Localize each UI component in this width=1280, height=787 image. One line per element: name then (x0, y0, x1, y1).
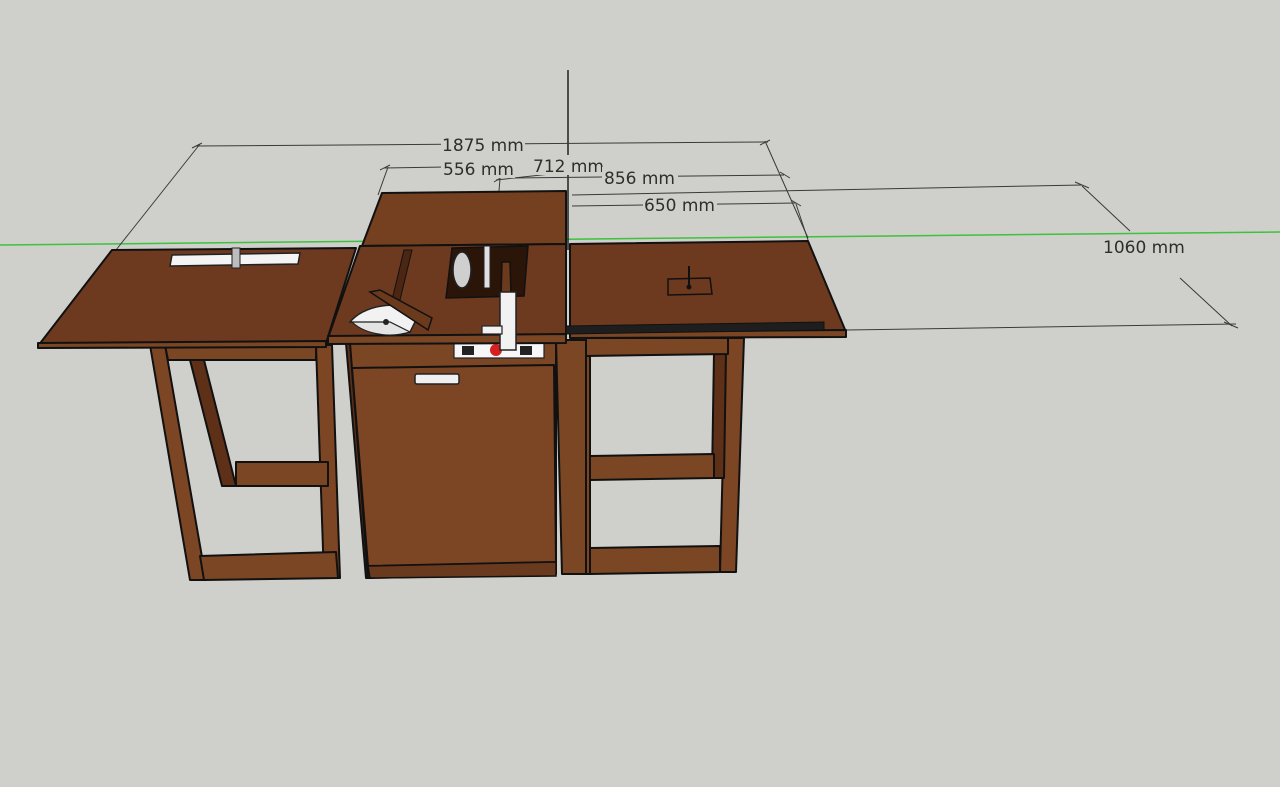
left-wing-table[interactable] (37, 247, 357, 581)
drawer-handle-icon[interactable] (414, 373, 460, 385)
dim-label-712: 712 mm (533, 157, 604, 177)
dim-label-1875: 1875 mm (442, 136, 524, 156)
dim-label-556: 556 mm (443, 160, 514, 180)
dim-label-856: 856 mm (604, 169, 675, 189)
scene-canvas[interactable]: 1875 mm 556 mm 712 mm 856 mm 650 mm 1060… (0, 0, 1280, 787)
saw-blade-icon (445, 245, 529, 299)
model-viewport[interactable]: 1875 mm 556 mm 712 mm 856 mm 650 mm 1060… (0, 0, 1280, 787)
cabinet-door[interactable] (351, 364, 557, 567)
switch-box-icon[interactable] (453, 342, 545, 359)
dim-label-1060: 1060 mm (1103, 238, 1185, 258)
saw-cabinet[interactable] (327, 190, 587, 579)
right-wing-table[interactable] (565, 240, 847, 575)
dim-label-650: 650 mm (644, 196, 715, 216)
